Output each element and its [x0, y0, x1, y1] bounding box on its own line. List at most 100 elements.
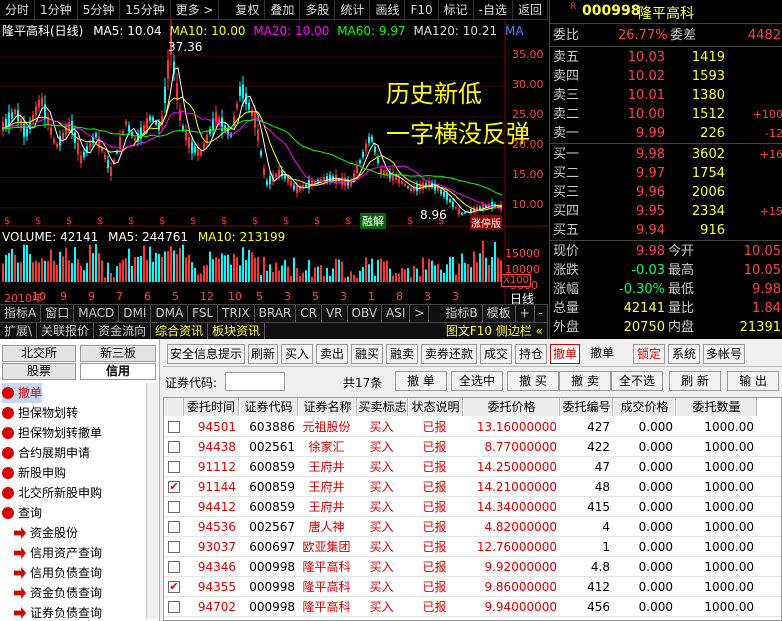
indicator-tab-6[interactable]: TRIX: [218, 305, 255, 322]
nav-item-1[interactable]: 担保物划转: [2, 403, 78, 423]
nav-scrollbar[interactable]: [146, 383, 158, 619]
th-col-7[interactable]: 成交价格: [614, 398, 676, 416]
tab-credit[interactable]: 信用: [80, 363, 156, 380]
filter-btn-3[interactable]: 撤 卖: [559, 371, 611, 391]
table-row[interactable]: 94438 002561 徐家汇 买入 已报 8.77000000 422 0.000 1000…: [164, 437, 781, 457]
nav-item-9[interactable]: 信用负债查询: [14, 563, 102, 583]
indicator-tab-12[interactable]: >: [410, 305, 430, 322]
indicator-tab-5[interactable]: FSL: [188, 305, 219, 322]
row-checkbox[interactable]: [168, 561, 180, 573]
table-row[interactable]: ✔ 94355 000998 隆平高科 买入 已报 9.86000000 412 0.000 10…: [164, 577, 781, 597]
trade-btn-4[interactable]: 融买: [351, 344, 383, 364]
nav-item-8[interactable]: 信用资产查询: [14, 543, 102, 563]
trade-btn-7[interactable]: 成交: [480, 344, 512, 364]
filter-btn-2[interactable]: 撤 买: [507, 371, 559, 391]
toolbar-btn-watchlist[interactable]: -自选: [474, 0, 513, 19]
toolbar-btn-15min[interactable]: 15分钟: [120, 0, 171, 19]
trade-btn-13[interactable]: 多帐号: [703, 344, 745, 364]
trade-btn-9[interactable]: 撤单: [550, 344, 580, 364]
indicator-right-tab-1[interactable]: 模板: [483, 305, 516, 322]
th-col-6[interactable]: 委托编号: [561, 398, 613, 416]
th-col-2[interactable]: 证券名称: [299, 398, 357, 416]
table-row[interactable]: 91112 600859 王府井 买入 已报 14.25000000 47 0.000 1000…: [164, 457, 781, 477]
nav-item-11[interactable]: 证券负债查询: [14, 603, 102, 621]
th-col-3[interactable]: 买卖标志: [358, 398, 408, 416]
toolbar-btn-timeshare[interactable]: 分时: [0, 0, 36, 19]
filter-btn-1[interactable]: 全选中: [451, 371, 503, 391]
nav-item-3[interactable]: 合约展期申请: [2, 443, 90, 463]
toolbar-btn-mark[interactable]: 标记: [439, 0, 474, 19]
table-row[interactable]: 94501 603886 元祖股份 买入 已报 13.16000000 427 0.000 10…: [164, 417, 781, 437]
extension-tab-0[interactable]: 扩展\: [0, 323, 38, 339]
nav-item-6[interactable]: 查询: [2, 503, 42, 523]
extension-tab-1[interactable]: 关联报价: [37, 323, 95, 339]
row-checkbox[interactable]: [168, 461, 180, 473]
trade-btn-6[interactable]: 卖券还款: [421, 344, 477, 364]
indicator-right-tab-0[interactable]: 指标B: [441, 305, 483, 322]
indicator-tab-3[interactable]: DMI: [119, 305, 152, 322]
tab-stock[interactable]: 股票: [2, 363, 76, 380]
indicator-tab-11[interactable]: ASI: [382, 305, 411, 322]
nav-item-7[interactable]: 资金股份: [14, 523, 78, 543]
toolbar-btn-5min[interactable]: 5分钟: [78, 0, 121, 19]
toolbar-btn-f10[interactable]: F10: [405, 0, 439, 19]
toolbar-btn-more[interactable]: 更多 >: [171, 0, 220, 19]
indicator-tab-4[interactable]: DMA: [151, 305, 189, 322]
extension-tab-2[interactable]: 资金流向: [94, 323, 152, 339]
trade-btn-3[interactable]: 卖出: [316, 344, 348, 364]
th-col-5[interactable]: 委托价格: [464, 398, 560, 416]
row-checkbox[interactable]: [168, 541, 180, 553]
code-input[interactable]: [225, 372, 285, 391]
extension-tab-3[interactable]: 综合资讯: [151, 323, 209, 339]
nav-item-10[interactable]: 资金负债查询: [14, 583, 102, 603]
nav-item-5[interactable]: 北交所新股申购: [2, 483, 102, 503]
row-checkbox[interactable]: [168, 601, 180, 613]
nav-item-0[interactable]: 撤单: [2, 383, 43, 403]
row-checkbox[interactable]: [168, 501, 180, 513]
indicator-tab-2[interactable]: MACD: [74, 305, 120, 322]
indicator-tab-8[interactable]: CR: [296, 305, 322, 322]
indicator-right-tab-3[interactable]: -: [535, 305, 548, 322]
table-row[interactable]: 94412 600859 王府井 买入 已报 14.34000000 415 0.000 100…: [164, 497, 781, 517]
row-checkbox[interactable]: [168, 521, 180, 533]
row-checkbox[interactable]: [168, 441, 180, 453]
indicator-tab-10[interactable]: OBV: [348, 305, 383, 322]
indicator-tab-9[interactable]: VR: [322, 305, 348, 322]
trade-btn-8[interactable]: 持仓: [515, 344, 547, 364]
th-col-8[interactable]: 委托数量: [677, 398, 757, 416]
table-row[interactable]: ✔ 91144 600859 王府井 买入 已报 14.21000000 48 0.000 100…: [164, 477, 781, 497]
kline-chart[interactable]: $$$$$$$$$$$$$$$ 隆平高科(日线) MA5: 10.04 MA10…: [0, 20, 548, 338]
row-checkbox[interactable]: ✔: [168, 481, 180, 493]
filter-btn-6[interactable]: 输 出: [727, 371, 779, 391]
trade-btn-2[interactable]: 买入: [281, 344, 313, 364]
indicator-tab-0[interactable]: 指标A: [0, 305, 42, 322]
toolbar-btn-stats[interactable]: 统计: [335, 0, 371, 19]
extension-tab-4[interactable]: 板块资讯: [208, 323, 266, 339]
toolbar-btn-1min[interactable]: 1分钟: [35, 0, 78, 19]
table-row[interactable]: 93037 600697 欧亚集团 买入 已报 12.76000000 1 0.000 1000…: [164, 537, 781, 557]
th-col-4[interactable]: 状态说明: [409, 398, 463, 416]
trade-btn-0[interactable]: 安全信息提示: [167, 344, 245, 364]
filter-btn-5[interactable]: 刷 新: [669, 371, 721, 391]
indicator-tab-1[interactable]: 窗口: [41, 305, 75, 322]
sidebar-toggle[interactable]: 图文F10 侧边栏 «: [442, 323, 548, 339]
trade-btn-1[interactable]: 刷新: [248, 344, 278, 364]
trade-btn-11[interactable]: 锁定: [633, 344, 665, 364]
nav-item-2[interactable]: 担保物划转撤单: [2, 423, 102, 443]
toolbar-btn-draw[interactable]: 画线: [370, 0, 406, 19]
tab-bse[interactable]: 北交所: [2, 345, 76, 362]
trade-btn-5[interactable]: 融卖: [386, 344, 418, 364]
table-row[interactable]: 94346 000998 隆平高科 买入 已报 9.92000000 4.8 0.000 100…: [164, 557, 781, 577]
toolbar-btn-overlay[interactable]: 叠加: [265, 0, 301, 19]
row-checkbox[interactable]: ✔: [168, 581, 180, 593]
th-col-1[interactable]: 证券代码: [240, 398, 298, 416]
indicator-right-tab-2[interactable]: +: [516, 305, 535, 322]
table-row[interactable]: 94725 000998 隆平高科 买入 已报 9.75000000 462 0.000 100…: [164, 617, 781, 620]
toolbar-btn-restore-right[interactable]: 复权: [230, 0, 266, 19]
nav-item-4[interactable]: 新股申购: [2, 463, 66, 483]
indicator-tab-7[interactable]: BRAR: [255, 305, 297, 322]
trade-btn-10[interactable]: 撤单: [583, 344, 621, 364]
table-row[interactable]: 94702 000998 隆平高科 买入 已报 9.94000000 456 0.000 100…: [164, 597, 781, 617]
table-row[interactable]: 94536 002567 唐人神 买入 已报 4.82000000 4 0.000 1000.0…: [164, 517, 781, 537]
filter-btn-0[interactable]: 撤 单: [395, 371, 447, 391]
